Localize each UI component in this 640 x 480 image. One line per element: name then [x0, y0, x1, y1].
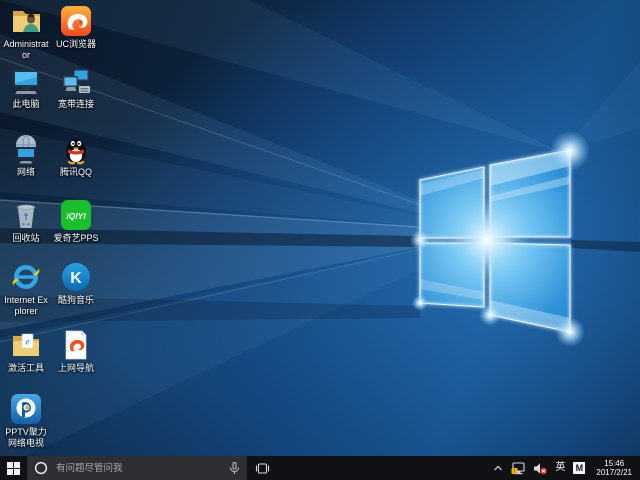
- kugou-music-icon: K: [59, 260, 93, 294]
- svg-text:iQIYI: iQIYI: [66, 211, 86, 221]
- uc-browser-icon: [59, 4, 93, 38]
- task-view-icon: [255, 462, 270, 475]
- icon-label: Administrator: [2, 39, 50, 61]
- start-button[interactable]: [0, 456, 27, 480]
- ime-language-indicator[interactable]: 英: [555, 463, 565, 473]
- broadband-icon: [59, 64, 93, 98]
- clock-time: 15:46: [596, 459, 632, 469]
- icon-label: 酷狗音乐: [58, 295, 94, 306]
- iqiyi-icon: iQIYI: [59, 198, 93, 232]
- windows-desktop: Administrator UC浏览器 此电脑: [0, 0, 640, 480]
- web-navigation-icon: [59, 328, 93, 362]
- user-folder-icon: [9, 4, 43, 38]
- icon-label: 上网导航: [58, 363, 94, 374]
- desktop-icon-uc-browser[interactable]: UC浏览器: [52, 4, 100, 50]
- qq-penguin-icon: [59, 132, 93, 166]
- clock-date: 2017/2/21: [596, 468, 632, 478]
- icon-label: 宽带连接: [58, 99, 94, 110]
- network-icon: [9, 132, 43, 166]
- cortana-icon: [34, 461, 48, 475]
- taskbar: ! 英 M 15:46 2017/2/21: [0, 456, 640, 480]
- icon-label: Internet Explorer: [2, 295, 50, 317]
- desktop-icon-this-pc[interactable]: 此电脑: [2, 64, 50, 110]
- desktop-icon-activation-tool[interactable]: e 激活工具: [2, 328, 50, 374]
- svg-text:K: K: [70, 270, 82, 287]
- microphone-icon[interactable]: [229, 462, 240, 475]
- task-view-button[interactable]: [247, 456, 277, 480]
- icon-label: 爱奇艺PPS: [53, 233, 98, 244]
- icon-label: 此电脑: [12, 99, 39, 110]
- svg-text:e: e: [26, 337, 30, 347]
- desktop-icon-web-navigation[interactable]: 上网导航: [52, 328, 100, 374]
- windows-logo: [410, 131, 590, 347]
- desktop-icon-internet-explorer[interactable]: Internet Explorer: [2, 260, 50, 317]
- pptv-icon: [9, 392, 43, 426]
- desktop-icon-recycle-bin[interactable]: 回收站: [2, 198, 50, 244]
- search-input[interactable]: [54, 462, 223, 475]
- desktop-icon-administrator[interactable]: Administrator: [2, 4, 50, 61]
- desktop-icon-pptv[interactable]: PPTV聚力 网络电视: [2, 392, 50, 449]
- desktop-icon-kugou-music[interactable]: K 酷狗音乐: [52, 260, 100, 306]
- internet-explorer-icon: [9, 260, 43, 294]
- tray-overflow-chevron-icon[interactable]: [493, 464, 503, 472]
- computer-icon: [9, 64, 43, 98]
- activation-tool-folder-icon: e: [9, 328, 43, 362]
- recycle-bin-icon: [9, 198, 43, 232]
- desktop-icon-network[interactable]: 网络: [2, 132, 50, 178]
- windows-start-icon: [7, 462, 20, 475]
- taskbar-empty-area: [277, 456, 491, 480]
- desktop-icon-iqiyi-pps[interactable]: iQIYI 爱奇艺PPS: [52, 198, 100, 244]
- icon-label: 网络: [17, 167, 35, 178]
- icon-label: 回收站: [12, 233, 39, 244]
- network-status-icon[interactable]: !: [511, 462, 525, 475]
- desktop-icon-broadband-connection[interactable]: 宽带连接: [52, 64, 100, 110]
- volume-muted-icon[interactable]: [533, 462, 547, 475]
- icon-label: PPTV聚力 网络电视: [2, 427, 50, 449]
- desktop-icon-tencent-qq[interactable]: 腾讯QQ: [52, 132, 100, 178]
- svg-text:!: !: [514, 468, 516, 474]
- taskbar-clock[interactable]: 15:46 2017/2/21: [593, 459, 635, 478]
- system-tray: ! 英 M 15:46 2017/2/21: [491, 456, 640, 480]
- cortana-search-box[interactable]: [27, 456, 247, 480]
- icon-label: UC浏览器: [56, 39, 96, 50]
- icon-label: 激活工具: [8, 363, 44, 374]
- icon-label: 腾讯QQ: [60, 167, 92, 178]
- ime-mode-badge[interactable]: M: [573, 462, 585, 474]
